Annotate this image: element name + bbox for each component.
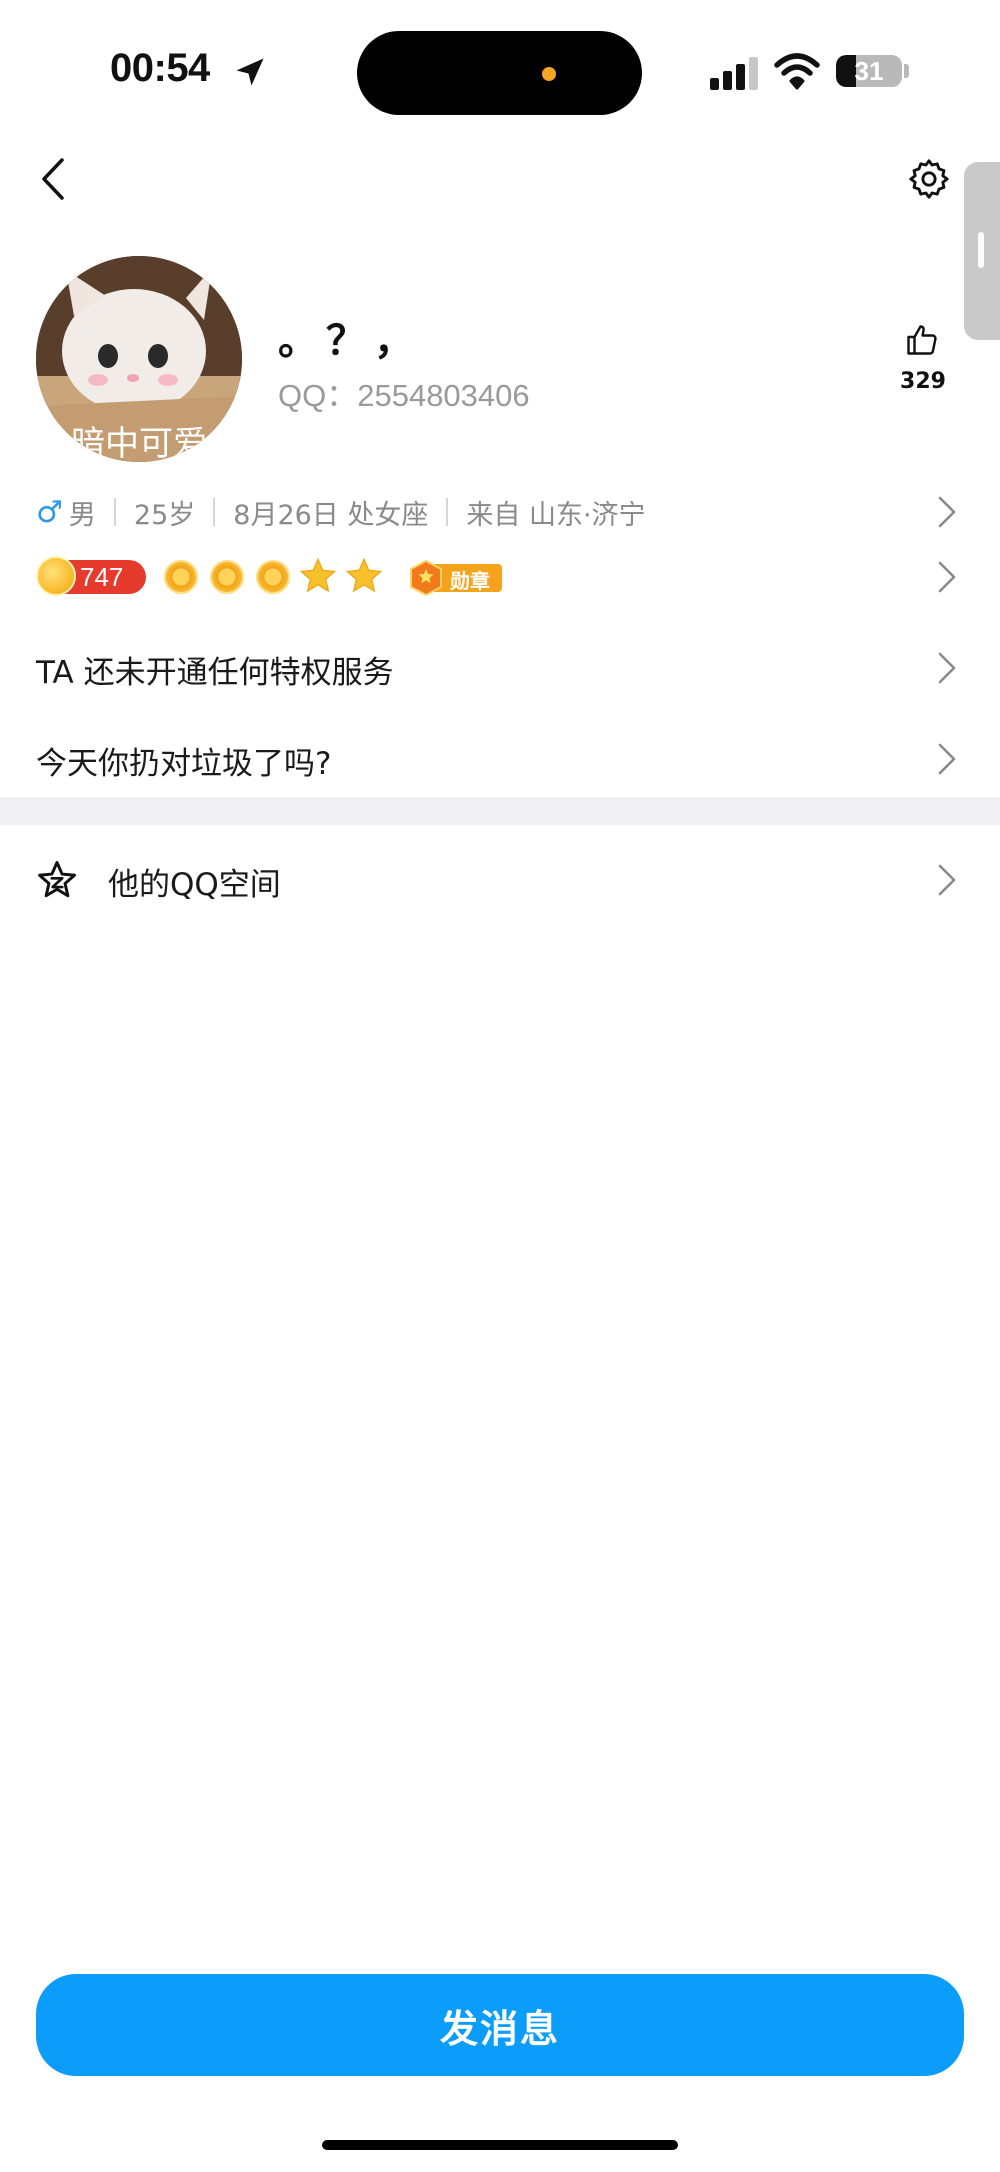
send-message-button[interactable]: 发消息	[36, 1974, 964, 2076]
home-indicator[interactable]	[322, 2140, 678, 2150]
like-count: 329	[900, 369, 946, 394]
qzone-star-icon	[38, 861, 76, 898]
privilege-status[interactable]: TA 还未开通任何特权服务	[36, 647, 394, 692]
age: 25岁	[133, 499, 196, 531]
separator	[113, 498, 116, 526]
profile-info-row[interactable]: ♂ 男 25岁 8月26日 处女座 来自 山东·济宁	[36, 492, 646, 532]
thumbs-up-icon[interactable]	[904, 322, 940, 358]
chevron-right-icon[interactable]	[936, 650, 958, 686]
privacy-indicator-dot	[542, 67, 556, 81]
avatar-caption: 暗中可爱	[71, 424, 207, 462]
separator	[446, 498, 449, 526]
sun-level-icon	[164, 560, 198, 594]
level-number: 747	[80, 562, 124, 592]
battery-nub	[904, 64, 909, 78]
chevron-right-icon[interactable]	[936, 494, 958, 530]
floating-side-handle[interactable]	[964, 162, 1000, 340]
section-divider	[0, 797, 1000, 825]
coin-icon	[36, 556, 76, 596]
chevron-right-icon[interactable]	[936, 741, 958, 777]
dynamic-island	[357, 31, 642, 115]
gear-icon[interactable]	[906, 156, 952, 202]
chevron-right-icon[interactable]	[936, 559, 958, 595]
qq-number: QQ：2554803406	[278, 378, 530, 413]
medal-label: 勋章	[450, 569, 490, 593]
battery-percent: 31	[854, 56, 884, 86]
gender-symbol: ♂	[36, 494, 63, 530]
avatar[interactable]: 暗中可爱	[36, 256, 242, 462]
location-arrow-icon	[236, 58, 264, 86]
status-question[interactable]: 今天你扔对垃圾了吗?	[36, 738, 331, 783]
wifi-icon	[774, 53, 820, 90]
birthday: 8月26日 处女座	[233, 499, 429, 531]
star-level-icon	[299, 557, 337, 593]
qzone-link[interactable]: 他的QQ空间	[108, 859, 281, 904]
sun-level-icon	[210, 560, 244, 594]
cellular-signal-icon	[710, 57, 758, 90]
gender: 男	[68, 499, 96, 531]
sun-level-icon	[256, 560, 290, 594]
back-chevron-icon[interactable]	[36, 156, 68, 202]
chevron-right-icon[interactable]	[936, 862, 958, 898]
location: 来自 山东·济宁	[466, 499, 646, 531]
status-time: 00:54	[110, 46, 210, 90]
separator	[213, 498, 216, 526]
star-level-icon	[345, 557, 383, 593]
battery-icon: 31	[836, 55, 902, 87]
nickname: 。？，	[278, 318, 422, 364]
